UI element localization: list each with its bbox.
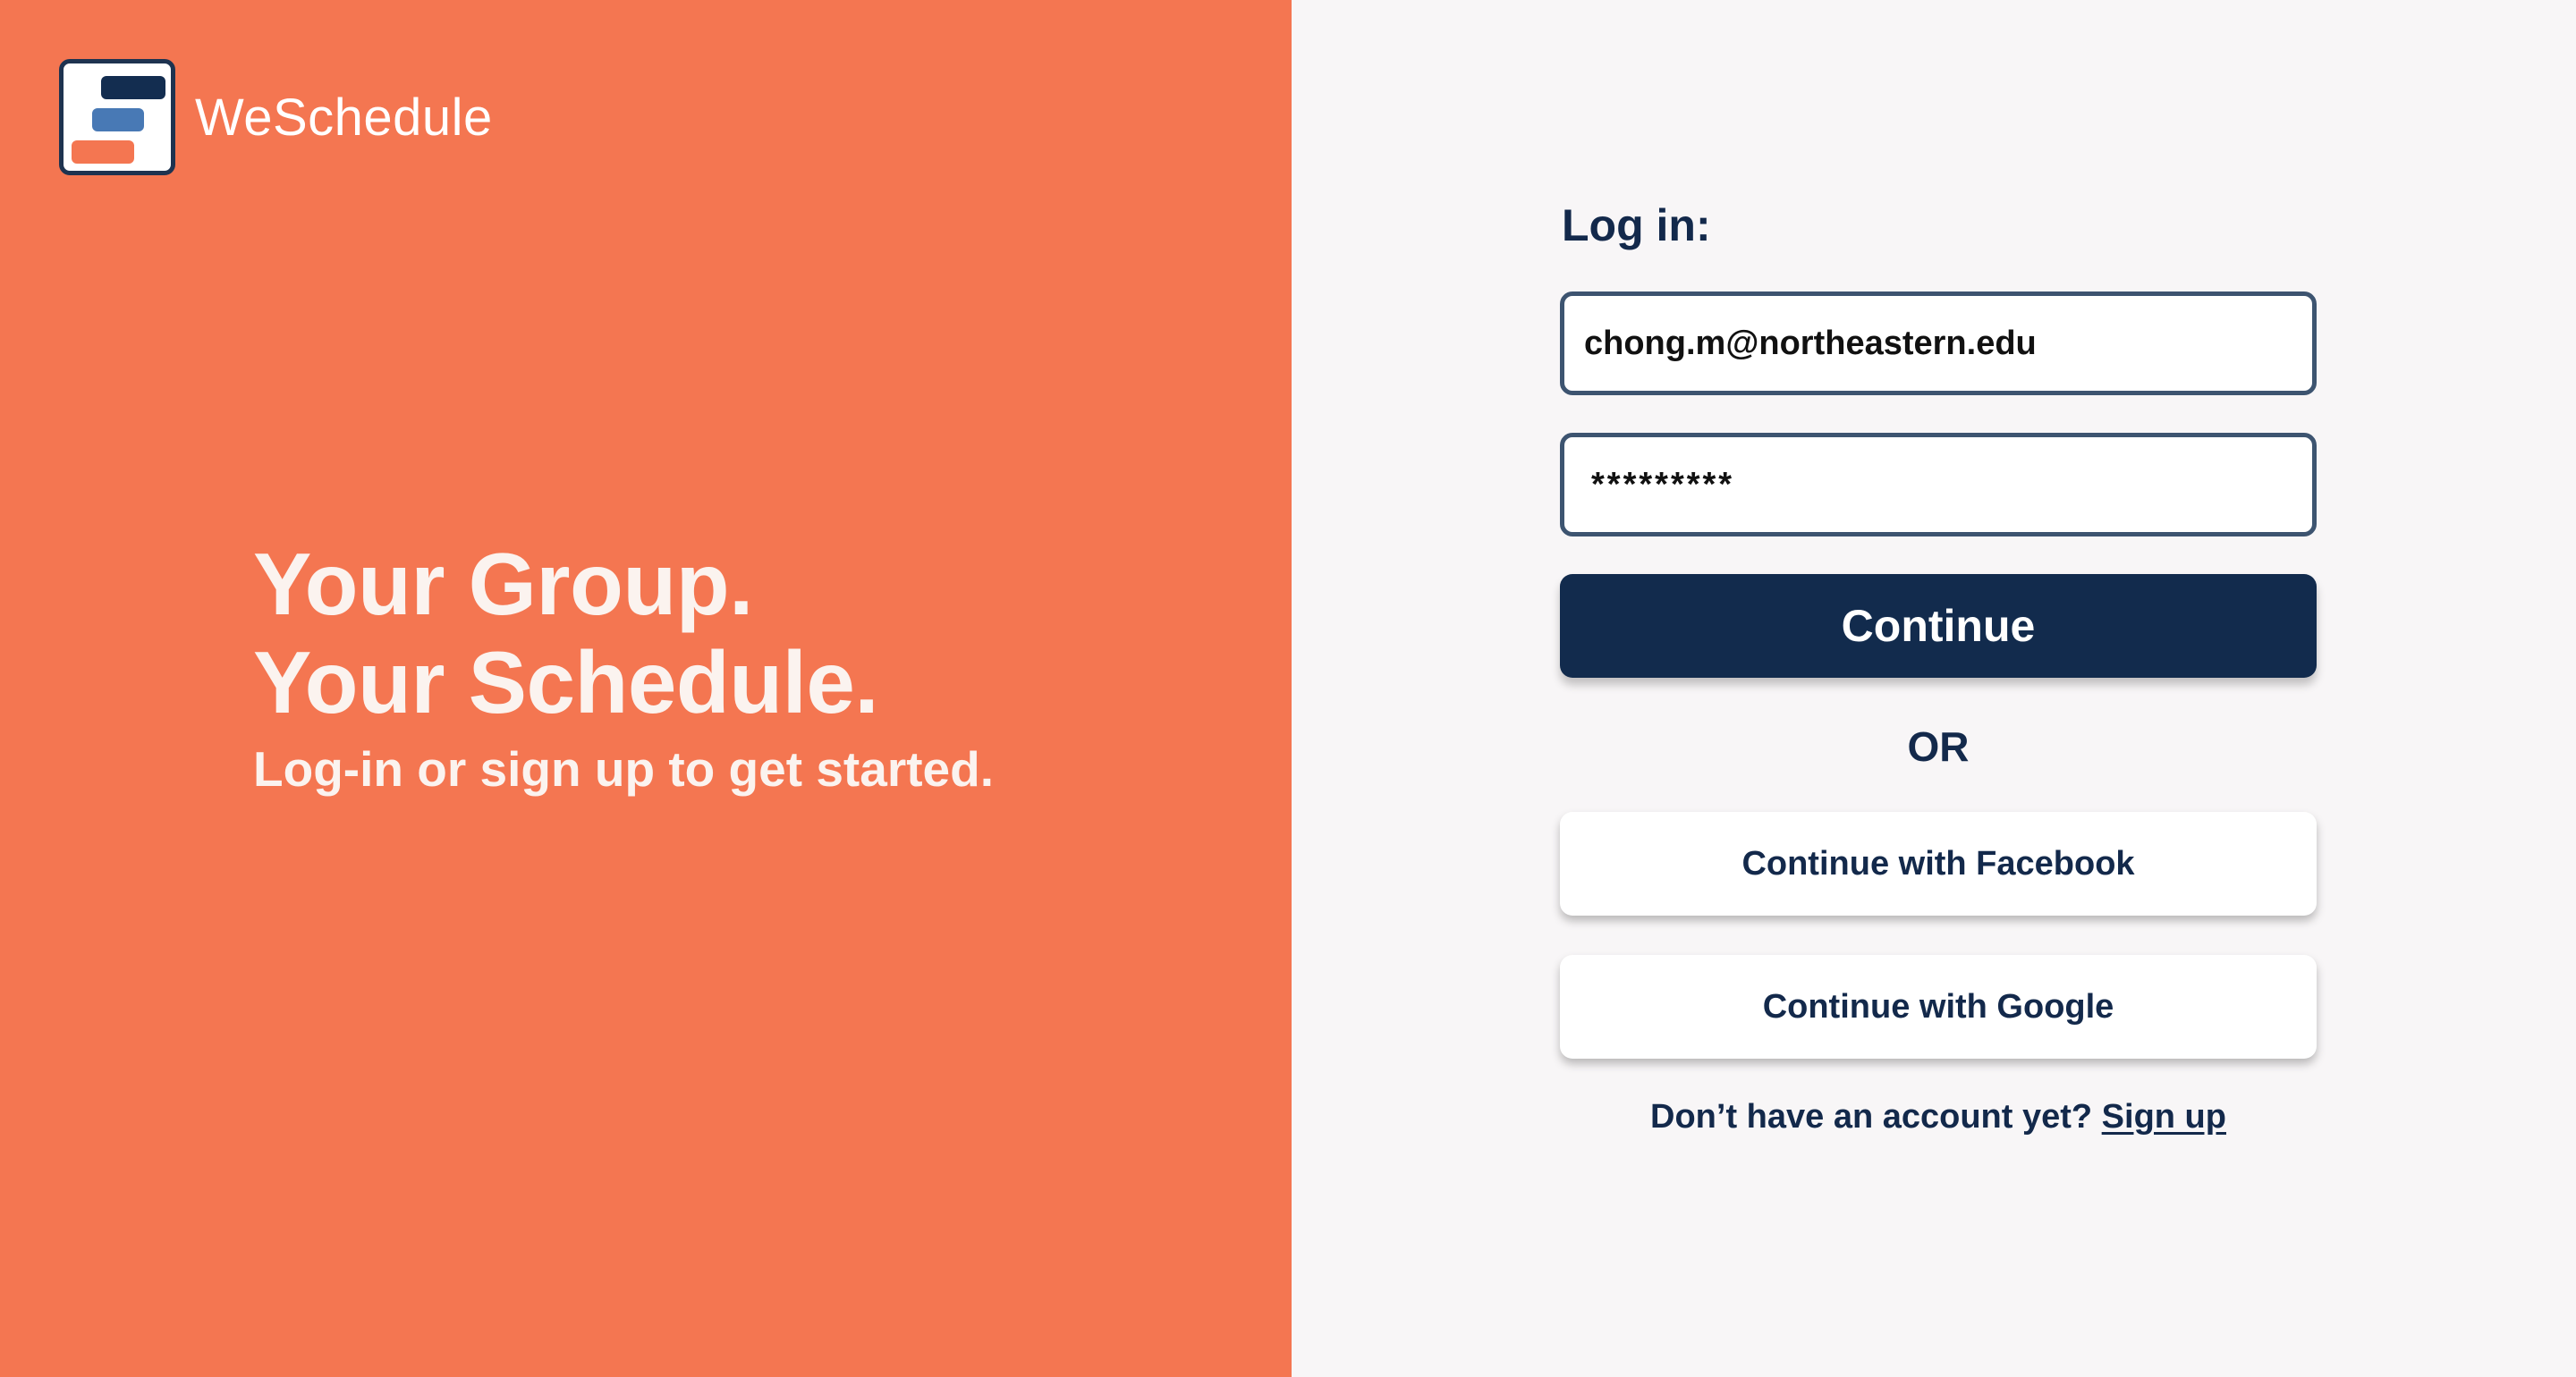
hero-subtitle: Log-in or sign up to get started. [253,741,995,797]
brand-panel: WeSchedule Your Group. Your Schedule. Lo… [0,0,1292,1377]
login-panel: Log in: chong.m@northeastern.edu *******… [1292,0,2576,1377]
signup-prompt: Don’t have an account yet? [1650,1098,2093,1136]
continue-with-google-button[interactable]: Continue with Google [1560,955,2317,1059]
login-title: Log in: [1562,200,1711,250]
email-field[interactable]: chong.m@northeastern.edu [1560,291,2317,395]
logo-bar-bottom [72,140,134,164]
hero-line-group: Your Group. [253,535,753,633]
signup-prompt-line: Don’t have an account yet? Sign up [1560,1098,2317,1136]
logo-bar-top [101,76,165,99]
continue-with-facebook-button[interactable]: Continue with Facebook [1560,812,2317,916]
password-field[interactable]: ********* [1560,433,2317,536]
signup-link[interactable]: Sign up [2102,1098,2226,1136]
hero-line-schedule: Your Schedule. [253,633,879,731]
login-form: Log in: chong.m@northeastern.edu *******… [1560,195,2317,1136]
stacked-bars-logo-icon [59,59,175,175]
continue-button[interactable]: Continue [1560,574,2317,678]
brand-name: WeSchedule [195,88,493,147]
login-page: WeSchedule Your Group. Your Schedule. Lo… [0,0,2576,1377]
hero-text: Your Group. Your Schedule. Log-in or sig… [253,535,994,798]
logo-bar-middle [92,108,144,131]
or-divider: OR [1907,723,1970,770]
brand-header: WeSchedule [59,59,493,175]
